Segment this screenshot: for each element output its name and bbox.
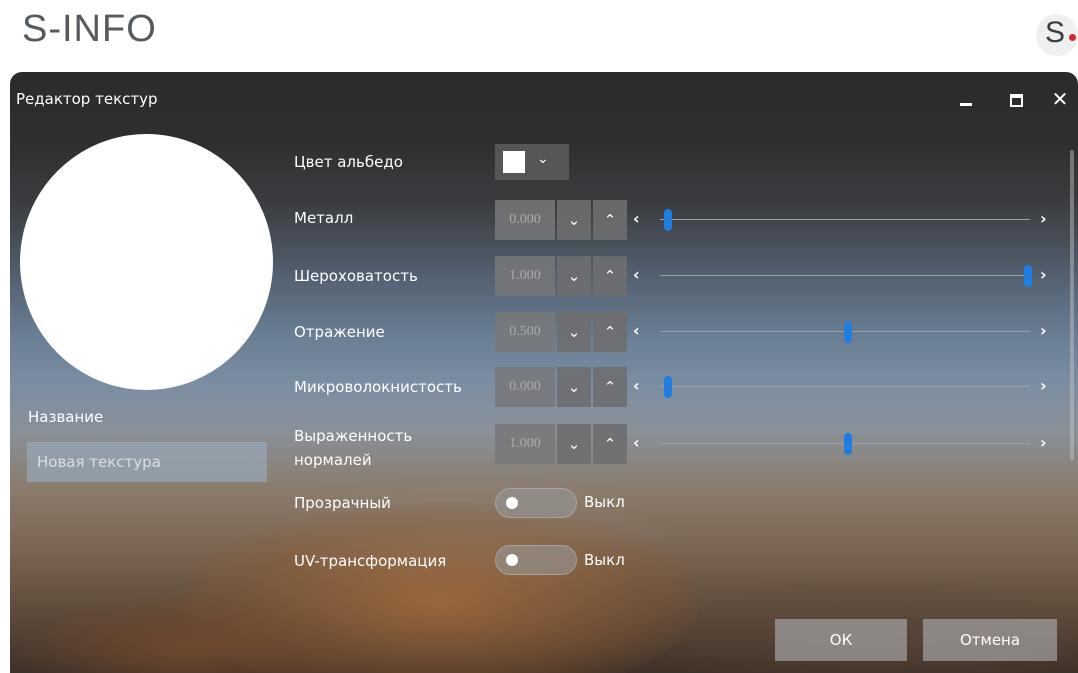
slider-left-arrow-icon[interactable]: ‹ (633, 209, 640, 228)
metal-increase-button[interactable]: ⌃ (593, 200, 627, 240)
ok-button[interactable]: ОК (775, 619, 907, 661)
slider-track[interactable] (660, 219, 1030, 220)
metal-decrease-button[interactable]: ⌄ (557, 200, 591, 240)
slider-right-arrow-icon[interactable]: › (1040, 376, 1047, 395)
slider-thumb[interactable] (844, 321, 852, 343)
brand-logo-letter: S (1045, 16, 1066, 49)
slider-thumb[interactable] (844, 433, 852, 455)
chevron-up-icon: ⌃ (603, 435, 617, 453)
toggle-label-transparent: Прозрачный (294, 494, 391, 512)
chevron-up-icon: ⌃ (603, 267, 617, 285)
normal-strength-decrease-button[interactable]: ⌄ (557, 424, 591, 464)
microfiber-decrease-button[interactable]: ⌄ (557, 367, 591, 407)
chevron-down-icon: ⌄ (567, 267, 581, 285)
param-label-roughness: Шероховатость (294, 267, 418, 285)
normal-strength-number-field: 1.000 ⌄ ⌃ (495, 424, 630, 464)
site-title: S-INFO (22, 8, 157, 50)
close-icon: ✕ (1051, 87, 1069, 111)
albedo-color-picker[interactable]: ⌄ (495, 144, 569, 180)
slider-track[interactable] (660, 386, 1030, 387)
slider-right-arrow-icon[interactable]: › (1040, 209, 1047, 228)
brand-logo[interactable]: S (1036, 14, 1078, 56)
roughness-decrease-button[interactable]: ⌄ (557, 256, 591, 296)
toggle-state-transparent: Выкл (584, 493, 625, 511)
toggle-state-uv-transform: Выкл (584, 551, 625, 569)
window-title: Редактор текстур (16, 90, 158, 108)
texture-preview-sphere (20, 134, 273, 390)
slider-track[interactable] (660, 275, 1030, 276)
roughness-slider[interactable]: ‹ › (630, 256, 1062, 296)
param-label-metal: Металл (294, 209, 354, 227)
uv-transform-toggle[interactable] (495, 545, 577, 575)
slider-thumb[interactable] (664, 209, 672, 231)
toggle-knob (506, 497, 518, 509)
albedo-color-label: Цвет альбедо (294, 153, 403, 171)
roughness-value-input[interactable]: 1.000 (495, 256, 555, 296)
reflection-number-field: 0.500 ⌄ ⌃ (495, 312, 630, 352)
chevron-up-icon: ⌃ (603, 211, 617, 229)
reflection-increase-button[interactable]: ⌃ (593, 312, 627, 352)
maximize-button[interactable] (1002, 86, 1030, 112)
toggle-knob (506, 554, 518, 566)
slider-thumb[interactable] (664, 376, 672, 398)
normal-strength-value-input[interactable]: 1.000 (495, 424, 555, 464)
reflection-slider[interactable]: ‹ › (630, 312, 1062, 352)
slider-right-arrow-icon[interactable]: › (1040, 433, 1047, 452)
chevron-down-icon: ⌄ (567, 323, 581, 341)
chevron-up-icon: ⌃ (603, 323, 617, 341)
slider-thumb[interactable] (1024, 265, 1032, 287)
param-label-normal-strength: Выраженность нормалей (294, 424, 412, 472)
normal-strength-slider[interactable]: ‹ › (630, 424, 1062, 464)
microfiber-value-input[interactable]: 0.000 (495, 367, 555, 407)
minimize-icon (960, 103, 972, 106)
slider-right-arrow-icon[interactable]: › (1040, 265, 1047, 284)
microfiber-number-field: 0.000 ⌄ ⌃ (495, 367, 630, 407)
param-label-line: Выраженность (294, 427, 413, 445)
toggle-label-uv-transform: UV-трансформация (294, 552, 447, 570)
transparent-toggle[interactable] (495, 488, 577, 518)
roughness-increase-button[interactable]: ⌃ (593, 256, 627, 296)
slider-right-arrow-icon[interactable]: › (1040, 321, 1047, 340)
name-label: Название (28, 408, 104, 426)
slider-left-arrow-icon[interactable]: ‹ (633, 433, 640, 452)
normal-strength-increase-button[interactable]: ⌃ (593, 424, 627, 464)
texture-name-input[interactable] (27, 442, 267, 482)
minimize-button[interactable] (952, 86, 980, 112)
chevron-up-icon: ⌃ (603, 378, 617, 396)
reflection-decrease-button[interactable]: ⌄ (557, 312, 591, 352)
maximize-icon (1010, 94, 1023, 107)
param-label-line: нормалей (294, 451, 372, 469)
chevron-down-icon: ⌄ (567, 211, 581, 229)
vertical-scrollbar[interactable] (1070, 150, 1074, 460)
chevron-down-icon: ⌄ (537, 151, 549, 167)
chevron-down-icon: ⌄ (567, 435, 581, 453)
texture-editor-window: Редактор текстур ✕ Название Цвет альбедо… (10, 72, 1078, 673)
param-label-reflection: Отражение (294, 323, 385, 341)
window-titlebar[interactable]: Редактор текстур ✕ (10, 72, 1078, 126)
param-label-microfiber: Микроволокнистость (294, 378, 462, 396)
roughness-number-field: 1.000 ⌄ ⌃ (495, 256, 630, 296)
albedo-color-swatch (503, 151, 525, 173)
microfiber-increase-button[interactable]: ⌃ (593, 367, 627, 407)
slider-left-arrow-icon[interactable]: ‹ (633, 265, 640, 284)
slider-left-arrow-icon[interactable]: ‹ (633, 321, 640, 340)
cancel-button[interactable]: Отмена (923, 619, 1057, 661)
close-button[interactable]: ✕ (1046, 86, 1074, 112)
chevron-down-icon: ⌄ (567, 378, 581, 396)
metal-slider[interactable]: ‹ › (630, 200, 1062, 240)
reflection-value-input[interactable]: 0.500 (495, 312, 555, 352)
metal-value-input[interactable]: 0.000 (495, 200, 555, 240)
microfiber-slider[interactable]: ‹ › (630, 367, 1062, 407)
slider-left-arrow-icon[interactable]: ‹ (633, 376, 640, 395)
metal-number-field: 0.000 ⌄ ⌃ (495, 200, 630, 240)
brand-logo-dot (1069, 34, 1076, 41)
